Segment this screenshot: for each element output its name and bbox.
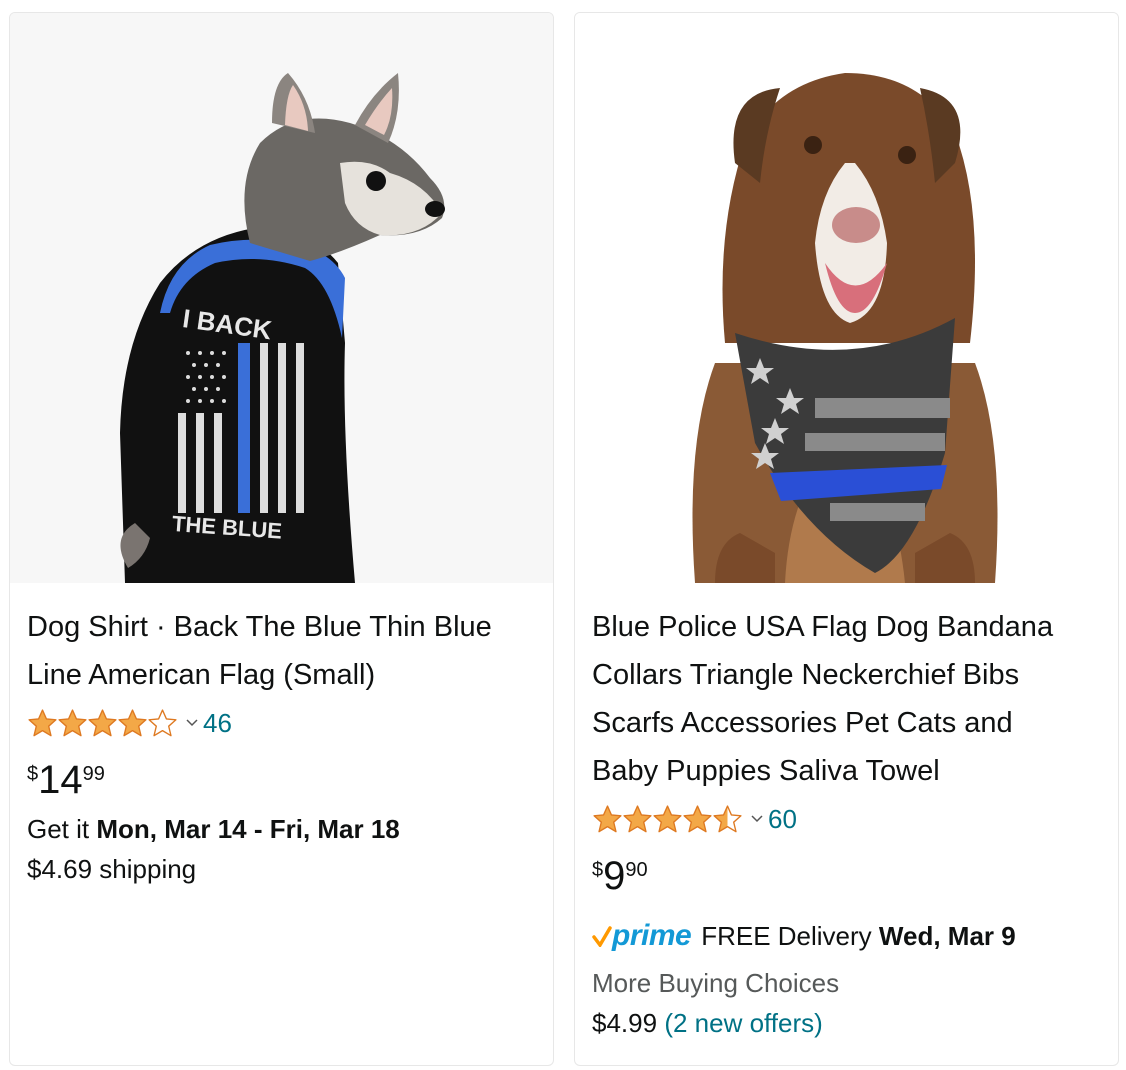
star-icon bbox=[683, 804, 712, 832]
delivery-info: Get it Mon, Mar 14 - Fri, Mar 18 bbox=[27, 814, 400, 844]
product-title[interactable]: Blue Police USA Flag Dog Bandana Collars… bbox=[592, 603, 1106, 795]
product-image-dog-bandana[interactable] bbox=[575, 13, 1118, 583]
chevron-down-icon[interactable] bbox=[750, 814, 764, 824]
more-buying-choices: More Buying Choices bbox=[592, 968, 840, 998]
star-rating bbox=[27, 708, 177, 739]
star-icon bbox=[593, 804, 622, 832]
price[interactable]: $ 9 90 bbox=[592, 853, 1106, 905]
star-icon bbox=[623, 804, 652, 832]
rating-row[interactable]: 60 bbox=[592, 799, 1106, 839]
star-icon bbox=[118, 708, 147, 736]
rating-row[interactable]: 46 bbox=[27, 703, 541, 743]
price[interactable]: $ 14 99 bbox=[27, 757, 541, 809]
new-offers-link[interactable]: (2 new offers) bbox=[664, 1008, 822, 1038]
offers-row: $4.99 (2 new offers) bbox=[592, 1008, 823, 1038]
star-icon bbox=[653, 804, 682, 832]
product-card-dog-shirt[interactable]: I BACK THE BLUE Dog Shirt · Back The Blu… bbox=[9, 12, 554, 1066]
product-image-dog-shirt[interactable]: I BACK THE BLUE bbox=[10, 13, 553, 583]
chevron-down-icon[interactable] bbox=[185, 718, 199, 728]
prime-logo: prime bbox=[592, 919, 692, 953]
product-card-dog-bandana[interactable]: Blue Police USA Flag Dog Bandana Collars… bbox=[574, 12, 1119, 1066]
shipping-cost: $4.69 shipping bbox=[27, 854, 197, 884]
star-icon bbox=[148, 708, 177, 736]
star-icon bbox=[28, 708, 57, 736]
checkmark-icon bbox=[592, 926, 612, 947]
product-title[interactable]: Dog Shirt · Back The Blue Thin Blue Line… bbox=[27, 603, 541, 699]
rating-count-link[interactable]: 46 bbox=[203, 708, 232, 739]
rating-count-link[interactable]: 60 bbox=[768, 804, 797, 835]
star-icon bbox=[88, 708, 117, 736]
star-rating bbox=[592, 804, 742, 835]
prime-delivery: prime FREE Delivery Wed, Mar 9 bbox=[592, 915, 1106, 957]
star-icon bbox=[713, 804, 742, 832]
star-icon bbox=[58, 708, 87, 736]
